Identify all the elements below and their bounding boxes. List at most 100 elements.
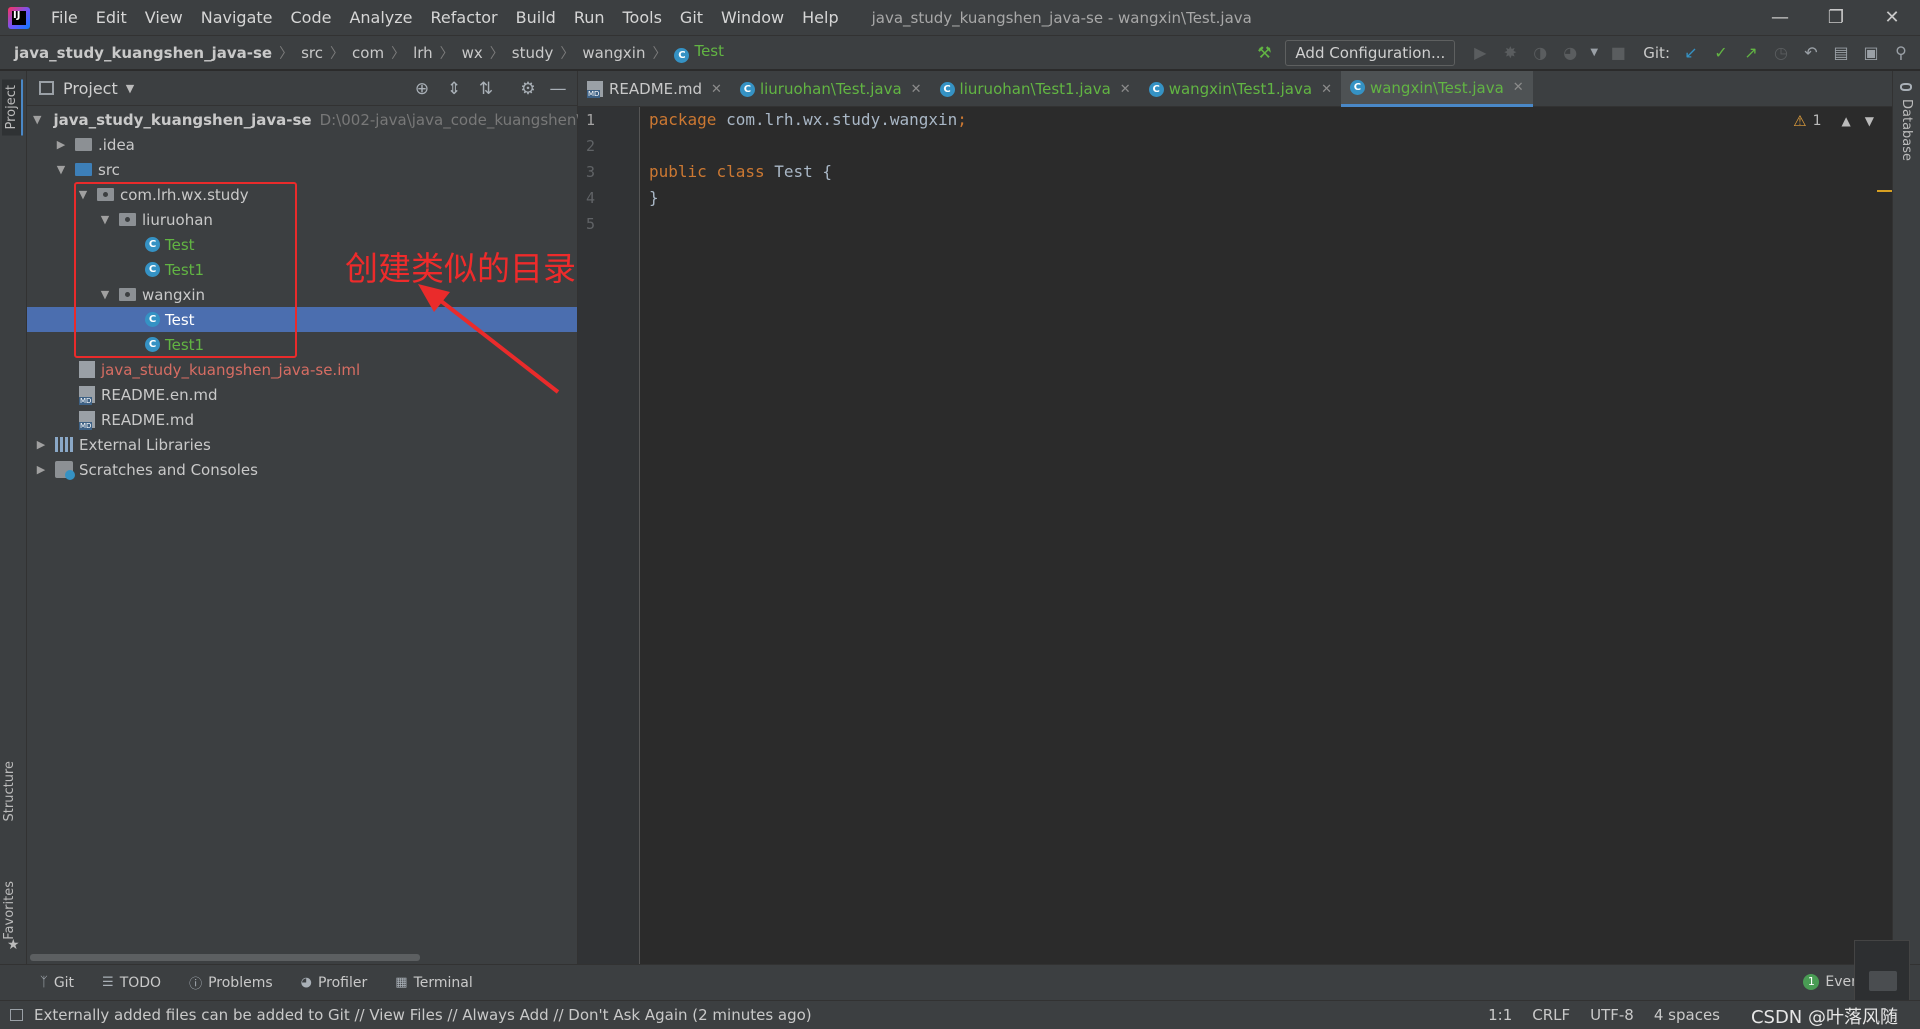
code-package-name: com.lrh.wx.study.wangxin: [716, 110, 958, 129]
tree-item-idea[interactable]: ▶ .idea: [27, 132, 577, 157]
chevron-down-icon[interactable]: ▼: [33, 113, 41, 126]
chevron-right-icon[interactable]: ▶: [33, 463, 49, 476]
tool-tab-project[interactable]: Project: [2, 79, 23, 136]
chevron-down-icon[interactable]: ▼: [1587, 40, 1601, 66]
tree-item-scratches[interactable]: ▶ Scratches and Consoles: [27, 457, 577, 482]
run-icon[interactable]: ▶: [1467, 40, 1493, 66]
tool-window-profiler[interactable]: ◕ Profiler: [301, 975, 368, 991]
tool-window-git[interactable]: ᛉ Git: [40, 975, 74, 991]
close-tab-icon[interactable]: ✕: [1321, 82, 1332, 97]
inspection-widget[interactable]: ⚠ 1 ▲ ▼: [1793, 112, 1874, 130]
chevron-down-icon[interactable]: ▼: [53, 163, 69, 176]
collapse-all-icon[interactable]: ⇅: [473, 76, 499, 102]
chevron-right-icon[interactable]: ▶: [53, 138, 69, 151]
git-commit-icon[interactable]: ✓: [1708, 40, 1734, 66]
module-file-icon: [79, 361, 95, 378]
tab-readme-md[interactable]: README.md ✕: [578, 71, 731, 107]
menu-view[interactable]: View: [136, 0, 192, 35]
expand-all-icon[interactable]: ⇕: [441, 76, 467, 102]
breadcrumb-project[interactable]: java_study_kuangshen_java-se: [0, 44, 272, 62]
menu-code[interactable]: Code: [282, 0, 341, 35]
close-tab-icon[interactable]: ✕: [1513, 80, 1524, 95]
tool-tab-database[interactable]: Database: [1899, 99, 1914, 161]
git-history-icon[interactable]: ◷: [1768, 40, 1794, 66]
rollback-icon[interactable]: ↶: [1798, 40, 1824, 66]
code-keyword: package: [649, 110, 717, 129]
breadcrumb-study[interactable]: study: [504, 44, 554, 62]
close-icon[interactable]: ✕: [1864, 0, 1920, 35]
breadcrumb-wangxin[interactable]: wangxin: [574, 44, 645, 62]
warning-stripe-marker[interactable]: [1877, 190, 1892, 192]
restore-icon[interactable]: ❐: [1808, 0, 1864, 35]
menu-build[interactable]: Build: [507, 0, 565, 35]
git-update-icon[interactable]: ↙: [1678, 40, 1704, 66]
breadcrumb-lrh[interactable]: lrh: [405, 44, 433, 62]
project-structure-icon[interactable]: ▤: [1828, 40, 1854, 66]
chevron-down-icon[interactable]: ▼: [126, 82, 134, 95]
add-configuration-button[interactable]: Add Configuration...: [1285, 39, 1456, 66]
menu-window[interactable]: Window: [712, 0, 793, 35]
menu-edit[interactable]: Edit: [87, 0, 136, 35]
stop-icon[interactable]: ■: [1605, 40, 1631, 66]
tree-item-project-root[interactable]: ▼ java_study_kuangshen_java-se D:\002-ja…: [27, 107, 595, 132]
menu-help[interactable]: Help: [793, 0, 847, 35]
breadcrumb-file[interactable]: C Test: [666, 42, 724, 63]
tool-tab-structure[interactable]: Structure: [2, 761, 17, 821]
tool-window-problems[interactable]: ⓘ Problems: [189, 973, 273, 993]
chevron-up-icon[interactable]: ▲: [1842, 114, 1851, 128]
git-push-icon[interactable]: ↗: [1738, 40, 1764, 66]
breadcrumb-wx[interactable]: wx: [454, 44, 483, 62]
coverage-icon[interactable]: ◑: [1527, 40, 1553, 66]
library-icon: [55, 437, 73, 452]
line-separator[interactable]: CRLF: [1532, 1006, 1570, 1024]
debug-icon[interactable]: ✸: [1497, 40, 1523, 66]
tab-liuruohan-test[interactable]: C liuruohan\Test.java ✕: [731, 71, 931, 107]
event-log[interactable]: 1 Even: [1803, 974, 1860, 990]
project-panel-title[interactable]: Project: [63, 79, 118, 98]
menu-git[interactable]: Git: [671, 0, 712, 35]
file-encoding[interactable]: UTF-8: [1590, 1006, 1634, 1024]
close-tab-icon[interactable]: ✕: [711, 82, 722, 97]
profile-icon[interactable]: ◕: [1557, 40, 1583, 66]
breadcrumb-com[interactable]: com: [344, 44, 384, 62]
close-tab-icon[interactable]: ✕: [1120, 82, 1131, 97]
search-icon[interactable]: ⚲: [1888, 40, 1914, 66]
build-hammer-icon[interactable]: ⚒: [1251, 40, 1277, 66]
tool-window-todo[interactable]: ☰ TODO: [102, 975, 161, 991]
project-horizontal-scrollbar[interactable]: [30, 954, 420, 961]
menu-navigate[interactable]: Navigate: [192, 0, 282, 35]
tab-liuruohan-test1[interactable]: C liuruohan\Test1.java ✕: [931, 71, 1140, 107]
menu-file[interactable]: File: [42, 0, 87, 35]
status-toggle-icon[interactable]: [10, 1009, 23, 1021]
tab-wangxin-test1[interactable]: C wangxin\Test1.java ✕: [1140, 71, 1341, 107]
menu-tools[interactable]: Tools: [614, 0, 671, 35]
code-line-4[interactable]: }: [649, 188, 659, 207]
tree-item-src[interactable]: ▼ src: [27, 157, 577, 182]
breadcrumb-src[interactable]: src: [293, 44, 323, 62]
locate-file-icon[interactable]: ⊕: [409, 76, 435, 102]
chevron-down-icon[interactable]: ▼: [1865, 114, 1874, 128]
hide-panel-icon[interactable]: —: [545, 76, 571, 102]
code-line-1[interactable]: package com.lrh.wx.study.wangxin;: [649, 110, 967, 129]
tab-wangxin-test[interactable]: C wangxin\Test.java ✕: [1340, 71, 1533, 107]
code-line-3[interactable]: public class Test {: [649, 162, 832, 181]
menu-analyze[interactable]: Analyze: [340, 0, 421, 35]
minimize-icon[interactable]: —: [1752, 0, 1808, 35]
close-tab-icon[interactable]: ✕: [911, 82, 922, 97]
menu-refactor[interactable]: Refactor: [422, 0, 507, 35]
markdown-file-icon: [587, 81, 603, 98]
java-class-icon: C: [739, 81, 755, 97]
status-message[interactable]: Externally added files can be added to G…: [34, 1006, 812, 1024]
indent-setting[interactable]: 4 spaces: [1654, 1006, 1720, 1024]
chevron-right-icon[interactable]: ▶: [33, 438, 49, 451]
tree-item-readme[interactable]: README.md: [27, 407, 577, 432]
caret-position[interactable]: 1:1: [1488, 1006, 1512, 1024]
tool-window-terminal[interactable]: ▦ Terminal: [395, 975, 472, 991]
layout-icon[interactable]: ▣: [1858, 40, 1884, 66]
menu-run[interactable]: Run: [565, 0, 614, 35]
gear-icon[interactable]: ⚙: [515, 76, 541, 102]
java-class-icon: C: [674, 48, 690, 63]
tree-item-external-libraries[interactable]: ▶ External Libraries: [27, 432, 577, 457]
code-editor[interactable]: package com.lrh.wx.study.wangxin; public…: [641, 107, 1892, 964]
tool-tab-favorites[interactable]: Favorites: [2, 881, 17, 940]
